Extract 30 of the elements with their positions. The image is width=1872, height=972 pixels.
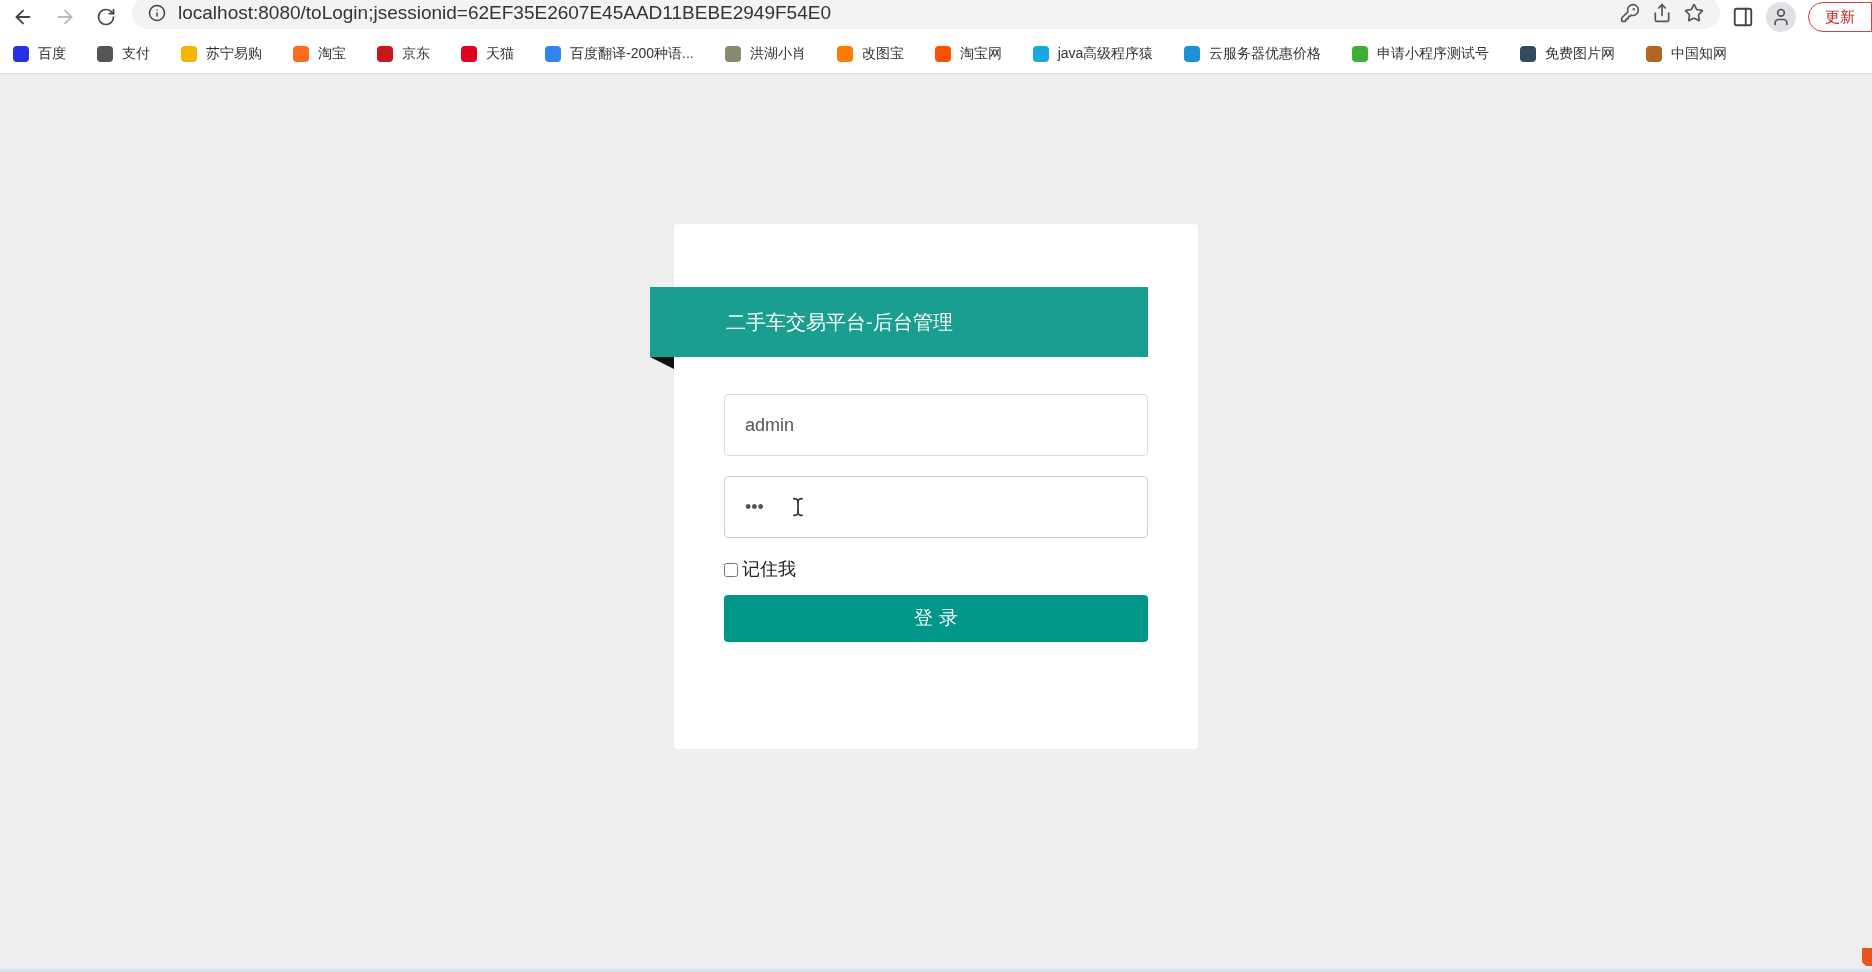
remember-label: 记住我 bbox=[742, 558, 796, 581]
bookmark-item[interactable]: 苏宁易购 bbox=[172, 37, 270, 70]
password-field[interactable]: ••• bbox=[724, 476, 1148, 538]
bookmark-item[interactable]: 百度 bbox=[4, 37, 74, 70]
bookmark-item[interactable]: java高级程序猿 bbox=[1023, 37, 1162, 70]
username-field[interactable]: admin bbox=[724, 394, 1148, 456]
bookmark-item[interactable]: 京东 bbox=[368, 37, 438, 70]
address-bar[interactable]: localhost:8080/toLogin;jsessionid=62EF35E2607E45AAD11BEBE2949F54E0 bbox=[132, 0, 1720, 29]
share-icon[interactable] bbox=[1652, 3, 1672, 23]
extension-icon bbox=[1860, 946, 1872, 968]
bookmark-item[interactable]: 云服务器优惠价格 bbox=[1175, 37, 1330, 70]
bookmark-item[interactable]: 天猫 bbox=[452, 37, 522, 70]
bookmark-item[interactable]: 支付 bbox=[88, 37, 158, 70]
bookmark-item[interactable]: 淘宝 bbox=[284, 37, 354, 70]
remember-checkbox[interactable] bbox=[724, 562, 738, 577]
side-panel-icon[interactable] bbox=[1732, 6, 1754, 28]
login-button[interactable]: 登 录 bbox=[724, 595, 1148, 642]
bookmark-item[interactable]: 申请小程序测试号 bbox=[1343, 37, 1498, 70]
bookmark-item[interactable]: 洪湖小肖 bbox=[715, 37, 814, 70]
bookmark-item[interactable]: 免费图片网 bbox=[1511, 37, 1624, 70]
ribbon-fold-icon bbox=[650, 357, 674, 369]
reload-icon[interactable] bbox=[96, 7, 116, 27]
star-icon[interactable] bbox=[1684, 3, 1704, 23]
bookmark-item[interactable]: 改图宝 bbox=[827, 37, 912, 70]
bookmark-item[interactable]: 淘宝网 bbox=[925, 37, 1010, 70]
bookmark-item[interactable]: 百度翻译-200种语... bbox=[536, 37, 702, 70]
profile-avatar[interactable] bbox=[1766, 2, 1796, 32]
info-icon bbox=[148, 4, 166, 22]
key-icon[interactable] bbox=[1620, 3, 1640, 23]
bookmark-item[interactable]: 中国知网 bbox=[1637, 37, 1736, 70]
